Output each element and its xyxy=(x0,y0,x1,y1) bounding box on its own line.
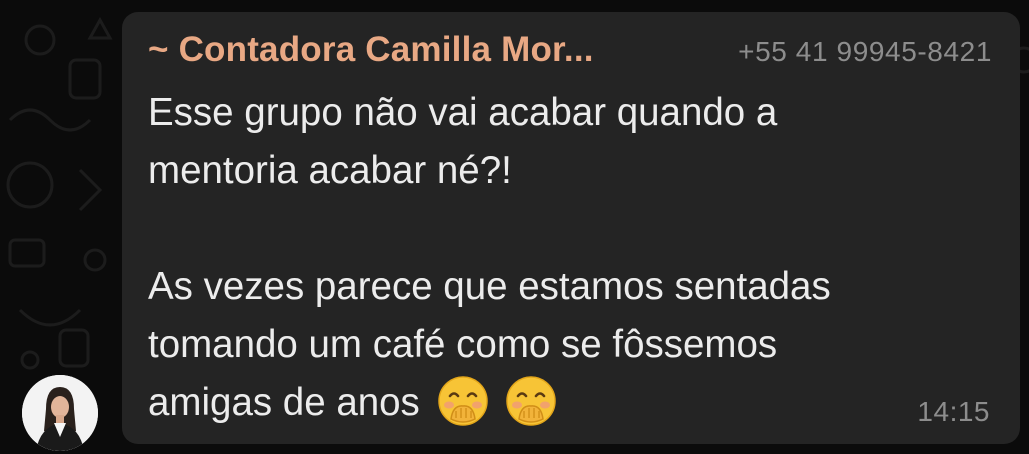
message-line: amigas de anos xyxy=(148,381,420,424)
message-line: Esse grupo não vai acabar quando a xyxy=(148,91,778,134)
message-line: mentoria acabar né?! xyxy=(148,149,512,192)
face-with-hand-over-mouth-emoji xyxy=(506,376,556,426)
message-line: As vezes parece que estamos sentadas xyxy=(148,265,831,308)
sender-avatar[interactable] xyxy=(22,375,98,451)
message-line: tomando um café como se fôssemos xyxy=(148,323,778,366)
message-text: Esse grupo não vai acabar quando a mento… xyxy=(148,84,992,432)
face-with-hand-over-mouth-emoji xyxy=(437,376,488,426)
avatar-photo-icon xyxy=(22,375,98,451)
sender-name[interactable]: ~ Contadora Camilla Mor... xyxy=(148,30,594,70)
sender-phone[interactable]: +55 41 99945-8421 xyxy=(738,36,992,68)
message-bubble[interactable]: ~ Contadora Camilla Mor... +55 41 99945-… xyxy=(122,12,1020,444)
message-timestamp: 14:15 xyxy=(917,396,990,427)
message-line-with-emoji: amigas de anos xyxy=(148,374,992,432)
message-header: ~ Contadora Camilla Mor... +55 41 99945-… xyxy=(148,30,992,70)
